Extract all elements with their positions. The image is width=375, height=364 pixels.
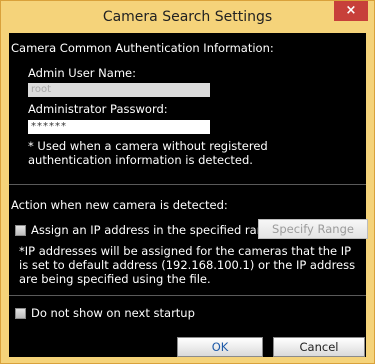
dialog-content: Camera Common Authentication Information… [9,33,368,357]
auth-section-title: Camera Common Authentication Information… [11,41,274,55]
assign-ip-checkbox[interactable] [15,225,26,236]
admin-user-label: Admin User Name: [28,66,136,80]
ok-button[interactable]: OK [177,337,263,357]
auth-note: * Used when a camera without registered … [28,139,268,167]
do-not-show-label[interactable]: Do not show on next startup [31,306,195,320]
detection-note: *IP addresses will be assigned for the c… [19,244,356,286]
separator-2 [9,295,366,296]
title-bar[interactable]: Camera Search Settings × [1,1,374,33]
do-not-show-checkbox[interactable] [15,308,26,319]
close-icon: × [345,3,357,18]
assign-ip-label[interactable]: Assign an IP address in the specified ra… [31,223,282,237]
admin-user-field[interactable]: root [28,83,210,97]
specify-range-button[interactable]: Specify Range [258,219,368,239]
dialog-window: Camera Search Settings × Camera Common A… [0,0,375,364]
admin-password-field[interactable]: ****** [28,120,210,134]
detection-section-title: Action when new camera is detected: [11,198,228,212]
window-title: Camera Search Settings [102,9,273,25]
admin-password-label: Administrator Password: [28,102,168,116]
separator-1 [9,184,366,185]
close-button[interactable]: × [334,1,368,21]
cancel-button[interactable]: Cancel [273,337,365,357]
